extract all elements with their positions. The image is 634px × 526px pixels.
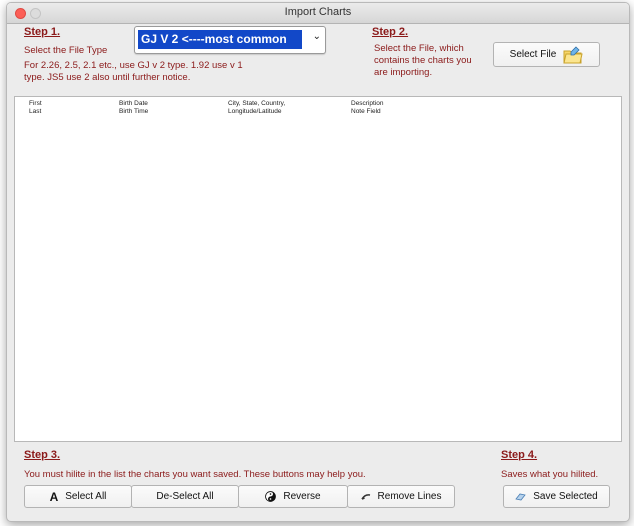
- step2-note-line2: contains the charts you: [374, 55, 472, 66]
- remove-lines-label: Remove Lines: [377, 491, 442, 502]
- column-first: First: [29, 100, 42, 107]
- select-file-label: Select File: [509, 49, 557, 60]
- deselect-all-label: De-Select All: [156, 491, 214, 502]
- column-note-field: Note Field: [351, 108, 381, 115]
- column-description: Description: [351, 100, 384, 107]
- window-title: Import Charts: [284, 6, 352, 18]
- reverse-button[interactable]: Reverse: [238, 485, 348, 508]
- deselect-all-button[interactable]: De-Select All: [131, 485, 239, 508]
- save-selected-button[interactable]: Save Selected: [503, 485, 610, 508]
- reverse-label: Reverse: [283, 491, 321, 502]
- column-header-location[interactable]: City, State, Country, Longitude/Latitude: [228, 100, 285, 116]
- step4-note: Saves what you hilited.: [501, 469, 599, 480]
- save-icon: [515, 493, 526, 501]
- save-selected-label: Save Selected: [533, 491, 598, 502]
- select-all-icon: A: [49, 489, 59, 504]
- title-bar: Import Charts: [7, 3, 629, 24]
- step2-note-line1: Select the File, which: [374, 43, 464, 54]
- step1-note-line1: For 2.26, 2.5, 2.1 etc., use GJ v 2 type…: [24, 60, 243, 71]
- select-all-label: Select All: [65, 491, 107, 502]
- column-birth-date: Birth Date: [119, 100, 148, 107]
- charts-list[interactable]: First Last Birth Date Birth Time City, S…: [14, 96, 622, 442]
- column-last: Last: [29, 108, 42, 115]
- file-type-select[interactable]: GJ V 2 <----most common ⌄: [134, 26, 326, 54]
- yin-yang-icon: [265, 491, 277, 502]
- step2-note-line3: are importing.: [374, 67, 433, 78]
- import-charts-window: Import Charts Step 1. Select the File Ty…: [6, 2, 630, 522]
- chevron-down-icon: ⌄: [312, 31, 321, 42]
- file-type-selected-value: GJ V 2 <----most common: [138, 30, 302, 49]
- step2-heading: Step 2.: [372, 26, 409, 38]
- folder-icon: [563, 45, 583, 63]
- column-birth-time: Birth Time: [119, 108, 149, 115]
- step4-heading: Step 4.: [501, 449, 538, 461]
- remove-lines-icon: [360, 493, 370, 500]
- step1-label: Select the File Type: [24, 45, 108, 56]
- column-header-name[interactable]: First Last: [29, 100, 42, 116]
- column-header-description[interactable]: Description Note Field: [351, 100, 384, 116]
- step1-heading: Step 1.: [24, 26, 61, 38]
- select-all-button[interactable]: A Select All: [24, 485, 132, 508]
- step1-note-line2: type. JS5 use 2 also until further notic…: [24, 72, 191, 83]
- column-header-birth[interactable]: Birth Date Birth Time: [119, 100, 148, 116]
- step3-note: You must hilite in the list the charts y…: [24, 469, 366, 480]
- column-longitude-latitude: Longitude/Latitude: [228, 108, 282, 115]
- step3-heading: Step 3.: [24, 449, 61, 461]
- column-city-state-country: City, State, Country,: [228, 100, 286, 107]
- remove-lines-button[interactable]: Remove Lines: [347, 485, 455, 508]
- select-file-button[interactable]: Select File: [493, 42, 600, 67]
